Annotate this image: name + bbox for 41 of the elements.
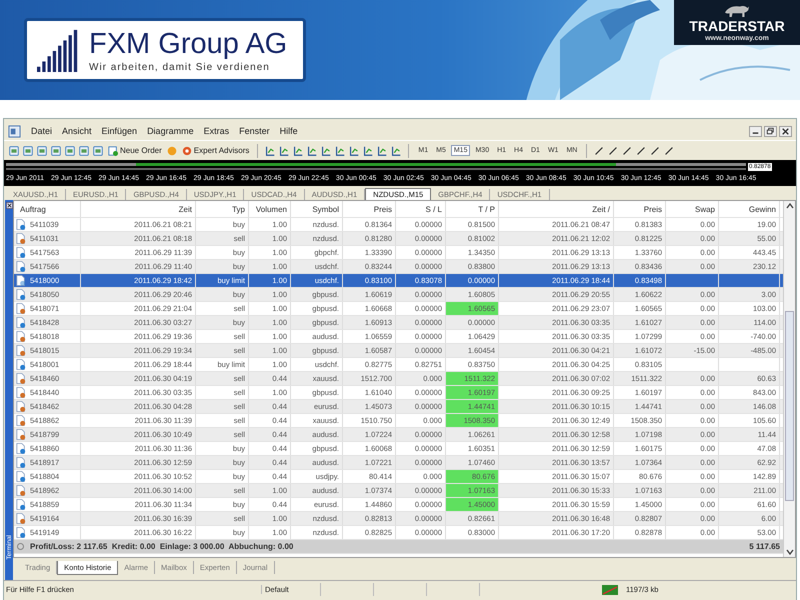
column-header[interactable]: Auftrag [14,201,81,217]
close-icon[interactable] [6,202,12,209]
close-icon[interactable] [779,126,792,136]
scroll-down-icon[interactable] [784,547,794,557]
column-header[interactable]: Volumen [249,201,291,217]
column-header[interactable]: Gewinn [719,201,780,217]
connection-bars-icon [602,584,618,594]
line-chart-icon[interactable] [292,144,304,156]
menu-item[interactable]: Ansicht [62,126,92,136]
column-header[interactable]: Preis [343,201,396,217]
expert-advisors-button[interactable]: Expert Advisors [180,146,252,156]
app-icon [8,124,21,138]
target-icon [182,146,192,156]
status-dot-icon [17,543,24,550]
restore-icon[interactable] [764,126,777,136]
menu-item[interactable]: Extras [204,126,230,136]
total-profit: 5 117.65 [749,542,780,551]
new-order-icon [108,146,118,156]
column-header[interactable]: Typ [196,201,249,217]
menu-item[interactable]: Datei [31,126,52,136]
minimize-icon[interactable] [749,126,762,136]
slogan: Wir arbeiten, damit Sie verdienen [89,62,271,72]
scroll-up-icon[interactable] [784,201,794,211]
column-header[interactable]: Zeit [81,201,196,217]
new-order-button[interactable]: Neue Order [106,146,164,156]
column-header[interactable]: Zeit / [499,201,614,217]
column-header[interactable]: Swap [666,201,719,217]
column-header[interactable]: T / P [446,201,499,217]
scrollbar[interactable] [783,201,795,557]
column-header[interactable]: Symbol [291,201,343,217]
column-header[interactable]: Preis [614,201,666,217]
account-summary: Profit/Loss: 2 117.65 Kredit: 0.00 Einlage: 3 000.00 Abbuchung: 0.00 [30,542,294,551]
column-header[interactable]: S / L [396,201,446,217]
menu-item[interactable]: Einfügen [102,126,138,136]
menu-item[interactable]: Diagramme [147,126,194,136]
bull-icon [722,3,752,19]
company-name: FXM Group AG [89,28,288,60]
trend-line-icon[interactable] [649,144,662,156]
partner-name: TRADERSTAR [689,19,785,34]
menu-item[interactable]: Hilfe [280,126,298,136]
menu-item[interactable]: Fenster [239,126,270,136]
